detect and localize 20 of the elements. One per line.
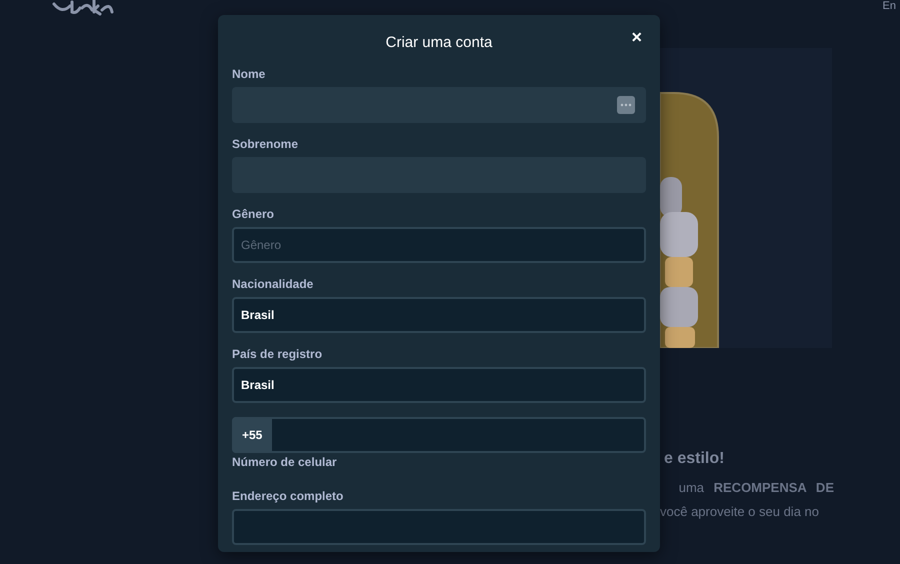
language-link[interactable]: En <box>882 0 896 12</box>
autofill-icon[interactable] <box>617 96 635 114</box>
dialog-title: Criar uma conta <box>386 34 492 50</box>
field-label: Gênero <box>232 207 276 221</box>
field-label: Nome <box>232 67 266 81</box>
promo-text: uma RECOMPENSA DE <box>678 479 834 497</box>
field-label: Endereço completo <box>232 489 344 503</box>
promo-text: você aproveite o seu dia no <box>660 503 820 521</box>
field-label: Nacionalidade <box>232 277 314 291</box>
field-label: País de registro <box>232 347 324 361</box>
address-field[interactable] <box>232 509 646 545</box>
select-field[interactable]: Gênero <box>232 227 646 263</box>
field-label: Número de celular <box>232 455 338 469</box>
close-button[interactable]: × <box>627 27 646 47</box>
select-field[interactable]: Brasil <box>232 367 646 403</box>
text-field[interactable] <box>232 87 646 123</box>
phone-field[interactable]: +55 <box>232 417 646 453</box>
select-field[interactable]: Brasil <box>232 297 646 333</box>
field-label: Sobrenome <box>232 137 300 151</box>
promo-heading: e estilo! <box>664 450 726 468</box>
